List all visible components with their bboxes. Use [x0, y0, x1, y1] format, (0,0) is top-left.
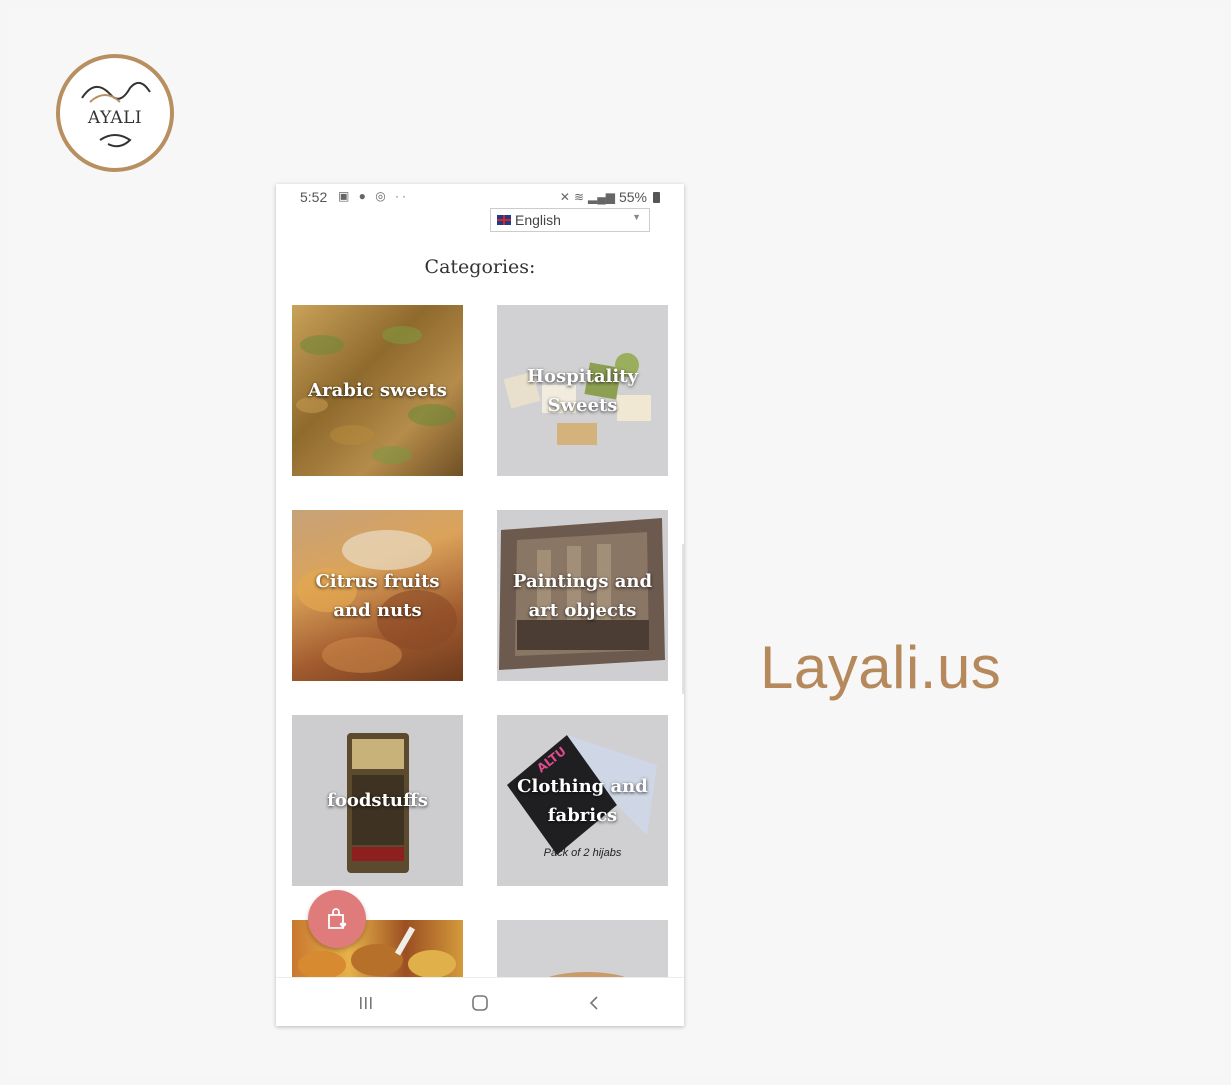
signal-icon: ▂▄▆ — [588, 190, 615, 204]
tile-label: Clothing and fabrics — [517, 775, 648, 826]
back-icon — [589, 996, 598, 1010]
battery-percent: 55% — [618, 189, 647, 205]
shopping-bag-heart-icon — [328, 908, 347, 929]
tile-label: Citrus fruits and nuts — [315, 570, 440, 621]
home-icon — [472, 995, 488, 1011]
recent-apps-button[interactable] — [351, 990, 381, 1016]
android-nav-bar — [276, 977, 684, 1026]
status-right: ✕ ≋ ▂▄▆ 55% — [560, 189, 660, 205]
status-bar: 5:52 ▣ ● ◎ ·· ✕ ≋ ▂▄▆ 55% — [276, 184, 684, 210]
categories-title: Categories: — [424, 256, 536, 278]
back-button[interactable] — [579, 990, 609, 1016]
scrollbar[interactable] — [682, 544, 684, 694]
tile-label: Hospitality Sweets — [527, 365, 638, 416]
category-tile-paintings-and-art-objects[interactable]: Paintings and art objects — [497, 510, 668, 681]
logo-text: AYALI — [87, 108, 143, 128]
shopping-bag-fab[interactable] — [308, 890, 366, 948]
tile-caption: Pack of 2 hijabs — [543, 847, 622, 859]
category-tile-foodstuffs[interactable]: foodstuffs — [292, 715, 463, 886]
layali-logo: AYALI — [56, 54, 174, 172]
category-tile-hospitality-sweets[interactable]: Hospitality Sweets — [497, 305, 668, 476]
language-select[interactable]: English ▼ — [490, 208, 650, 232]
recent-apps-icon — [360, 997, 372, 1009]
status-time: 5:52 — [300, 189, 328, 205]
tile-label: foodstuffs — [327, 790, 428, 811]
bread-image — [548, 972, 626, 977]
phone-screen: 5:52 ▣ ● ◎ ·· ✕ ≋ ▂▄▆ 55% English ▼ Cate… — [276, 184, 684, 1026]
tile-label: Paintings and art objects — [512, 570, 653, 621]
uk-flag-icon — [497, 215, 511, 225]
brand-name: Layali.us — [760, 634, 1002, 701]
notification-icons: ▣ ● ◎ ·· — [338, 189, 410, 203]
chevron-down-icon: ▼ — [632, 212, 641, 222]
battery-icon — [653, 191, 660, 203]
category-tile-bread[interactable] — [497, 920, 668, 977]
category-tile-arabic-sweets[interactable]: Arabic sweets — [292, 305, 463, 476]
home-button[interactable] — [465, 990, 495, 1016]
category-tile-clothing-and-fabrics[interactable]: ALTU Clothing and fabrics Pack of 2 hija… — [497, 715, 668, 886]
category-tile-citrus-fruits-and-nuts[interactable]: Citrus fruits and nuts — [292, 510, 463, 681]
tile-label: Arabic sweets — [308, 380, 447, 401]
language-selected: English — [515, 212, 561, 228]
wifi-icon: ≋ — [573, 190, 584, 204]
mute-icon: ✕ — [559, 190, 570, 204]
